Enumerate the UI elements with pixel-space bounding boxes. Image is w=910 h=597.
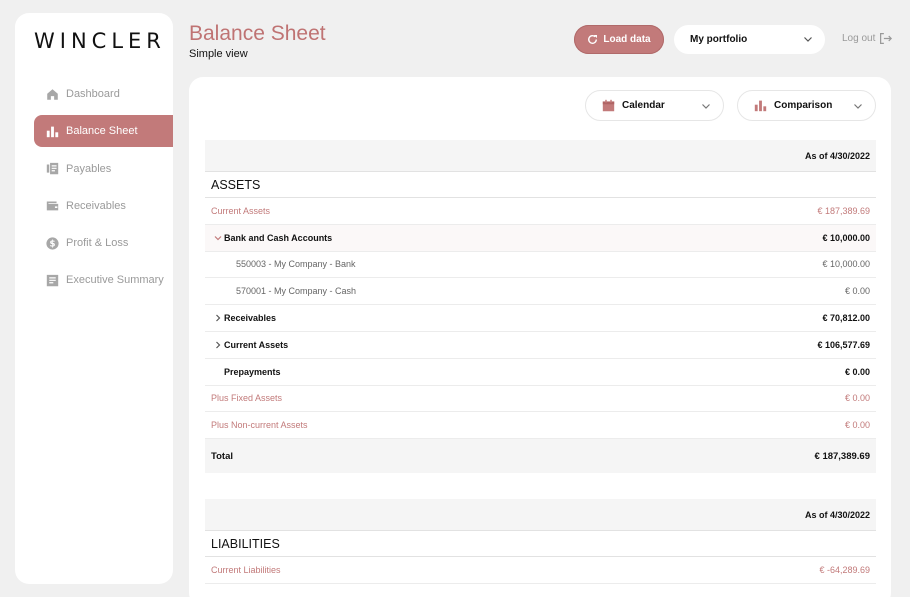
sidebar-nav: Dashboard Balance Sheet Payables Receiva… <box>34 78 173 302</box>
section-title: ASSETS <box>205 172 876 198</box>
total-label: Total <box>211 450 233 462</box>
sidebar-item-label: Dashboard <box>66 88 120 100</box>
as-of-date: As of 4/30/2022 <box>804 509 870 520</box>
section-title: LIABILITIES <box>205 531 876 557</box>
as-of-date: As of 4/30/2022 <box>804 150 870 161</box>
table-row[interactable]: 570001 - My Company - Cash € 0.00 <box>205 278 876 306</box>
calendar-dropdown[interactable]: Calendar <box>585 90 724 121</box>
row-label: Current Assets <box>211 205 271 216</box>
sidebar-item-label: Executive Summary <box>66 274 164 287</box>
sidebar-item-balance-sheet[interactable]: Balance Sheet <box>34 115 173 148</box>
portfolio-select[interactable]: My portfolio <box>674 25 825 54</box>
comparison-dropdown[interactable]: Comparison <box>737 90 876 121</box>
chevron-down-icon <box>804 37 812 42</box>
calendar-icon <box>602 99 615 112</box>
chevron-right-icon[interactable] <box>212 339 224 351</box>
sidebar-item-label: Receivables <box>66 199 126 212</box>
row-value: € 187,389.69 <box>817 205 870 216</box>
logout-label: Log out <box>842 33 876 44</box>
logout-button[interactable]: Log out <box>842 32 893 45</box>
sidebar-item-executive-summary[interactable]: Executive Summary <box>34 264 173 296</box>
table-row[interactable]: Current Assets € 187,389.69 <box>205 198 876 225</box>
table-row[interactable]: Plus Fixed Assets € 0.00 <box>205 386 876 413</box>
row-label: Receivables <box>224 313 277 324</box>
row-label: Current Liabilities <box>211 564 281 575</box>
row-label: Current Assets <box>224 339 289 350</box>
table-row[interactable]: Receivables € 70,812.00 <box>205 305 876 332</box>
table-row[interactable]: 550003 - My Company - Bank € 10,000.00 <box>205 252 876 279</box>
bar-chart-icon <box>46 125 59 138</box>
table-row[interactable]: Bank and Cash Accounts € 10,000.00 <box>205 224 876 252</box>
row-value: € 10,000.00 <box>822 259 870 270</box>
sidebar-item-label: Payables <box>66 162 112 175</box>
row-value: € 0.00 <box>844 420 870 431</box>
liabilities-table: As of 4/30/2022 LIABILITIES Current Liab… <box>205 499 876 584</box>
table-row[interactable]: Current Liabilities € -64,289.69 <box>205 557 876 584</box>
row-label: 570001 - My Company - Cash <box>236 286 357 297</box>
sidebar-item-profit-loss[interactable]: $ Profit & Loss <box>34 227 173 259</box>
load-data-button[interactable]: Load data <box>574 25 664 54</box>
wincler-logo[interactable]: WINCLER <box>34 29 166 53</box>
comparison-label: Comparison <box>774 100 833 111</box>
row-value: € 106,577.69 <box>817 339 870 350</box>
logout-icon <box>880 33 893 44</box>
page-subtitle: Simple view <box>189 48 248 60</box>
chevron-down-icon <box>854 104 862 109</box>
row-label: 550003 - My Company - Bank <box>236 259 356 270</box>
chevron-down-icon[interactable] <box>212 232 224 244</box>
chevron-right-icon[interactable] <box>212 312 224 324</box>
refresh-icon <box>588 35 598 44</box>
home-icon <box>46 88 59 101</box>
row-value: € 0.00 <box>844 286 870 297</box>
sidebar: WINCLER Dashboard Balance Sheet Payables… <box>15 13 173 584</box>
table-row[interactable]: Plus Non-current Assets € 0.00 <box>205 412 876 440</box>
table-row[interactable]: Current Assets € 106,577.69 <box>205 332 876 359</box>
column-header: As of 4/30/2022 <box>205 499 876 531</box>
table-row[interactable]: Prepayments € 0.00 <box>205 359 876 386</box>
total-value: € 187,389.69 <box>814 450 870 462</box>
row-label: Plus Non-current Assets <box>211 420 308 431</box>
invoice-icon <box>46 162 59 175</box>
page-title: Balance Sheet <box>189 22 326 45</box>
row-value: € 0.00 <box>844 366 870 377</box>
row-value: € -64,289.69 <box>819 564 870 575</box>
column-header: As of 4/30/2022 <box>205 140 876 172</box>
dollar-icon: $ <box>46 237 59 250</box>
total-row: Total € 187,389.69 <box>205 439 876 474</box>
assets-table: As of 4/30/2022 ASSETS Current Assets € … <box>205 140 876 474</box>
row-label: Plus Fixed Assets <box>211 393 283 404</box>
sidebar-item-label: Profit & Loss <box>66 237 129 250</box>
svg-text:$: $ <box>50 239 56 249</box>
portfolio-value: My portfolio <box>690 34 748 45</box>
row-label: Prepayments <box>224 366 281 377</box>
row-label: Bank and Cash Accounts <box>224 232 333 243</box>
sidebar-item-label: Balance Sheet <box>66 125 138 138</box>
row-value: € 70,812.00 <box>822 313 870 324</box>
sidebar-item-payables[interactable]: Payables <box>34 153 173 185</box>
main-panel: Calendar Comparison As of 4/30/2022 ASSE… <box>189 77 891 597</box>
calendar-label: Calendar <box>622 100 665 111</box>
row-value: € 0.00 <box>844 393 870 404</box>
wallet-icon <box>46 199 59 212</box>
sidebar-item-receivables[interactable]: Receivables <box>34 190 173 222</box>
load-data-label: Load data <box>603 34 651 45</box>
bar-chart-icon <box>754 100 767 112</box>
row-value: € 10,000.00 <box>822 232 870 243</box>
chevron-down-icon <box>702 104 710 109</box>
document-icon <box>46 274 59 287</box>
sidebar-item-dashboard[interactable]: Dashboard <box>34 78 173 110</box>
